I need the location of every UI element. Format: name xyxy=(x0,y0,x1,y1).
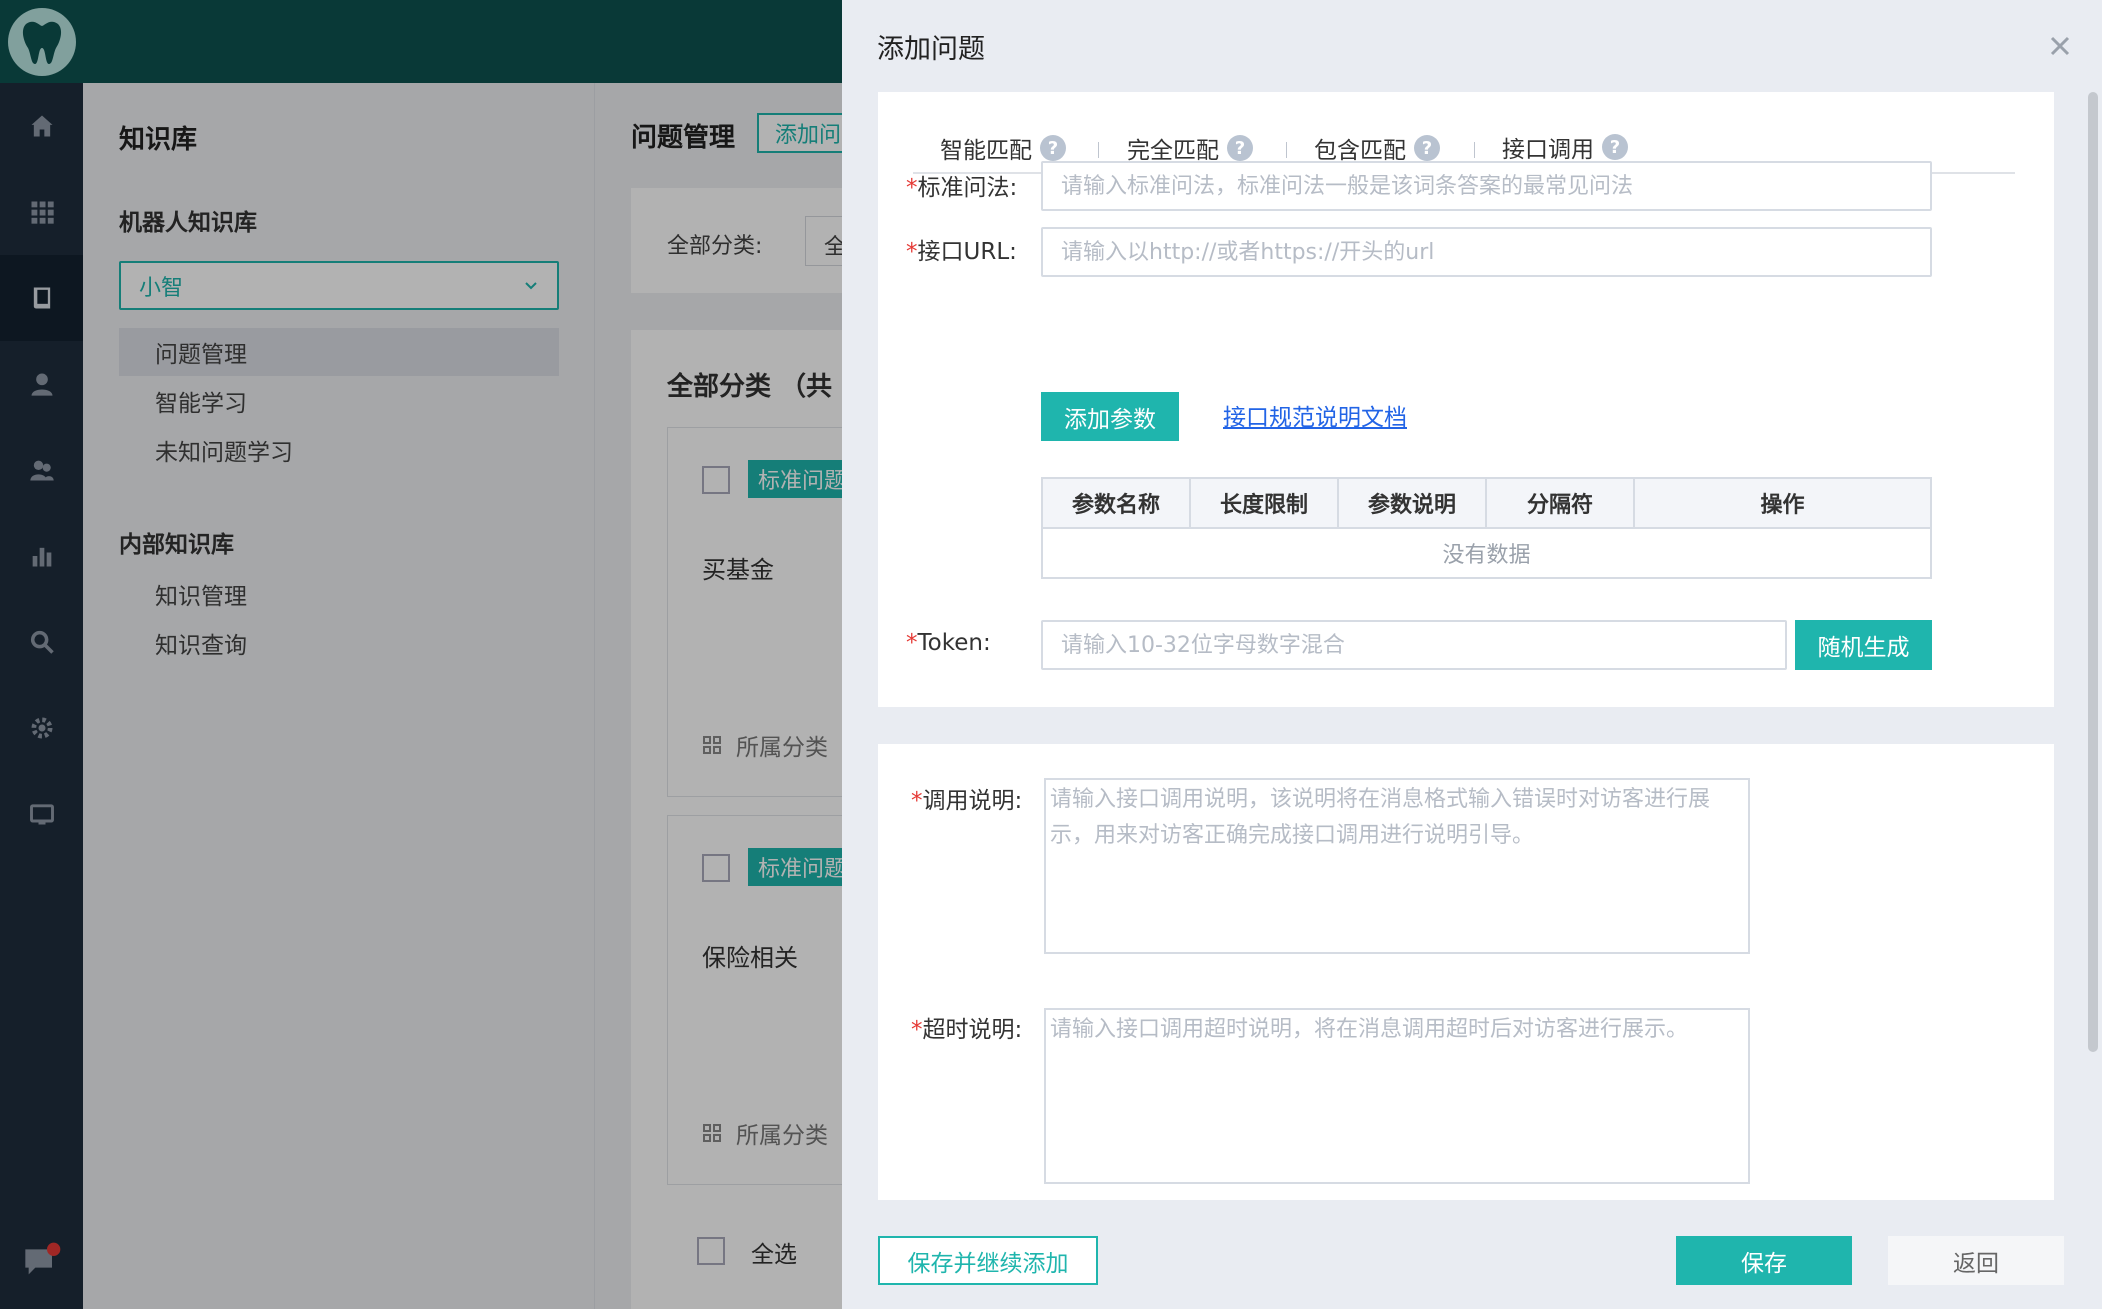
tab-label: 完全匹配 xyxy=(1127,138,1219,164)
tab-label: 包含匹配 xyxy=(1314,138,1406,164)
close-icon[interactable] xyxy=(2044,30,2076,62)
add-param-button[interactable]: 添加参数 xyxy=(1041,392,1179,441)
call-desc-label: *调用说明: xyxy=(911,788,1023,814)
help-icon[interactable]: ? xyxy=(1602,134,1628,160)
drawer-title: 添加问题 xyxy=(877,34,985,65)
token-label: *Token: xyxy=(906,630,991,656)
call-desc-textarea[interactable] xyxy=(1044,778,1750,954)
help-icon[interactable]: ? xyxy=(1040,135,1066,161)
tab-divider xyxy=(1098,142,1099,158)
table-header: 参数说明 xyxy=(1337,477,1487,529)
table-header: 分隔符 xyxy=(1485,477,1635,529)
table-header: 参数名称 xyxy=(1041,477,1191,529)
api-doc-link[interactable]: 接口规范说明文档 xyxy=(1223,398,1407,432)
param-table: 参数名称 长度限制 参数说明 分隔符 操作 没有数据 xyxy=(1041,477,1932,579)
tab-label: 接口调用 xyxy=(1502,137,1594,163)
help-icon[interactable]: ? xyxy=(1414,135,1440,161)
save-continue-button[interactable]: 保存并继续添加 xyxy=(878,1236,1098,1285)
drawer-footer: 保存并继续添加 保存 返回 xyxy=(842,1200,2102,1309)
scrollbar[interactable] xyxy=(2088,92,2098,1052)
std-question-input[interactable] xyxy=(1041,161,1932,211)
random-generate-button[interactable]: 随机生成 xyxy=(1795,620,1932,670)
std-question-label: *标准问法: xyxy=(906,175,1018,201)
help-icon[interactable]: ? xyxy=(1227,135,1253,161)
empty-table-text: 没有数据 xyxy=(1442,543,1531,568)
table-header: 长度限制 xyxy=(1189,477,1339,529)
timeout-desc-label: *超时说明: xyxy=(911,1017,1023,1043)
add-question-drawer: 添加问题 智能匹配 ? 完全匹配 ? 包含匹配 ? 接口调用 ? *标准问法: … xyxy=(842,0,2102,1309)
form-card-main: 智能匹配 ? 完全匹配 ? 包含匹配 ? 接口调用 ? *标准问法: *接口UR… xyxy=(878,92,2054,707)
back-button[interactable]: 返回 xyxy=(1888,1236,2064,1285)
token-input[interactable] xyxy=(1041,620,1787,670)
tab-divider xyxy=(1474,142,1475,158)
tab-label: 智能匹配 xyxy=(940,138,1032,164)
tab-divider xyxy=(1286,142,1287,158)
timeout-desc-textarea[interactable] xyxy=(1044,1008,1750,1184)
form-card-descriptions: *调用说明: *超时说明: xyxy=(878,744,2054,1204)
save-button[interactable]: 保存 xyxy=(1676,1236,1852,1285)
table-header: 操作 xyxy=(1633,477,1932,529)
url-label: *接口URL: xyxy=(906,239,1017,265)
url-input[interactable] xyxy=(1041,227,1932,277)
